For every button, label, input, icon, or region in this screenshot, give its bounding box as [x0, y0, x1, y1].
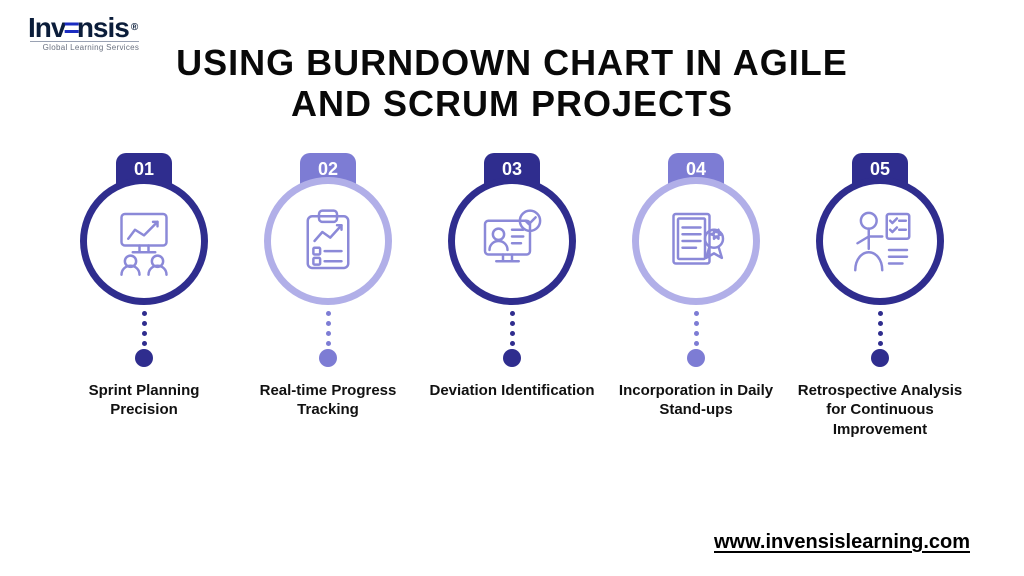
step-label: Sprint Planning Precision: [60, 381, 228, 441]
step-connector: [135, 311, 153, 367]
step-connector: [687, 311, 705, 367]
step-connector: [319, 311, 337, 367]
step-icon-circle: [448, 177, 576, 305]
step-icon-circle: [264, 177, 392, 305]
person-checklist-icon: [844, 205, 916, 277]
brand-wordmark: Inv = nsis ®: [28, 14, 137, 42]
step-icon-circle: [80, 177, 208, 305]
step-icon-circle: [632, 177, 760, 305]
step-04: 04 Incorporation in Daily Stand-ups: [612, 153, 780, 441]
step-label: Deviation Identification: [429, 381, 594, 441]
step-03: 03 Deviation Identification: [428, 153, 596, 441]
brand-tagline: Global Learning Services: [30, 41, 139, 52]
connector-end-dot: [871, 349, 889, 367]
step-02: 02 Real-time Progress Tracking: [244, 153, 412, 441]
step-connector: [871, 311, 889, 367]
presentation-team-icon: [108, 205, 180, 277]
steps-row: 01 Sprint Planning Precision 02: [32, 125, 992, 441]
website-link[interactable]: www.invensislearning.com: [714, 531, 970, 554]
step-label: Incorporation in Daily Stand-ups: [612, 381, 780, 441]
title-line-1: USING BURNDOWN CHART IN AGILE: [176, 42, 848, 83]
title-line-2: AND SCRUM PROJECTS: [291, 83, 733, 124]
registered-mark: ®: [131, 23, 137, 33]
connector-end-dot: [503, 349, 521, 367]
step-icon-circle: [816, 177, 944, 305]
brand-logo: Inv = nsis ® Global Learning Services: [28, 14, 137, 52]
step-label: Retrospective Analysis for Continuous Im…: [796, 381, 964, 441]
step-01: 01 Sprint Planning Precision: [60, 153, 228, 441]
clipboard-chart-icon: [292, 205, 364, 277]
document-badge-icon: [660, 205, 732, 277]
connector-end-dot: [319, 349, 337, 367]
page-title: USING BURNDOWN CHART IN AGILE AND SCRUM …: [32, 42, 992, 125]
brand-text-left: Inv: [28, 14, 65, 42]
step-05: 05 Retrospective Analysis for Continuous…: [796, 153, 964, 441]
connector-end-dot: [135, 349, 153, 367]
step-label: Real-time Progress Tracking: [244, 381, 412, 441]
step-connector: [503, 311, 521, 367]
connector-end-dot: [687, 349, 705, 367]
monitor-profile-check-icon: [476, 205, 548, 277]
brand-text-right: nsis: [77, 14, 129, 42]
